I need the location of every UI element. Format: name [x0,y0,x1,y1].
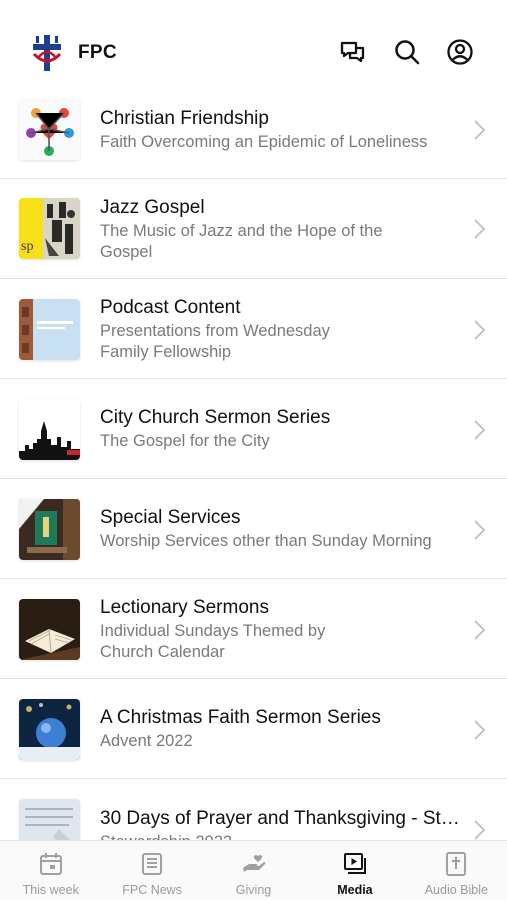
chevron-right-icon [473,218,487,240]
item-subtitle: Individual Sundays Themed by Church Cale… [100,622,326,661]
list-item[interactable]: Podcast Content Presentations from Wedne… [0,279,507,379]
list-item[interactable]: Lectionary Sermons Individual Sundays Th… [0,579,507,679]
svg-text:sp: sp [21,239,33,254]
chevron-right-icon [473,619,487,641]
series-thumbnail [19,99,80,160]
chevron-right-icon [473,819,487,841]
chevron-right-icon [473,719,487,741]
series-thumbnail [19,699,80,760]
chevron-right-icon [473,419,487,441]
media-list: Christian Friendship Faith Overcoming an… [0,79,507,841]
series-thumbnail: sp [19,198,80,259]
chevron-right-icon [473,119,487,141]
tab-fpc-news[interactable]: FPC News [101,841,202,900]
tab-giving[interactable]: Giving [203,841,304,900]
item-title: Podcast Content [100,297,241,318]
list-item[interactable]: 30 Days of Prayer and Thanksgiving - Ste… [0,779,507,841]
item-subtitle: The Music of Jazz and the Hope of the Go… [100,222,383,261]
series-thumbnail [19,499,80,560]
item-title: Lectionary Sermons [100,597,269,618]
tab-label: Giving [235,883,272,897]
item-title: Special Services [100,507,241,528]
tab-label: Media [337,883,373,897]
chevron-right-icon [473,519,487,541]
series-thumbnail [19,399,80,460]
logo-icon [30,34,64,72]
item-title: A Christmas Faith Sermon Series [100,707,381,728]
app-title: FPC [78,42,117,63]
bible-icon [446,852,467,876]
series-thumbnail [19,599,80,660]
tab-label: Audio Bible [424,883,488,897]
list-item[interactable]: sp Jazz Gospel The Music of Jazz and the… [0,179,507,279]
item-subtitle: Faith Overcoming an Epidemic of Loneline… [100,133,428,151]
bottom-tab-bar: This week FPC News Giving Media Audio Bi… [0,840,507,900]
list-item[interactable]: Special Services Worship Services other … [0,479,507,579]
tab-media[interactable]: Media [304,841,405,900]
news-icon [142,853,163,875]
calendar-icon [39,853,62,875]
media-icon [343,853,366,874]
item-subtitle: Presentations from Wednesday Family Fell… [100,322,330,361]
item-subtitle: Worship Services other than Sunday Morni… [100,532,432,550]
tab-label: FPC News [122,883,182,897]
tab-this-week[interactable]: This week [0,841,101,900]
tab-audio-bible[interactable]: Audio Bible [406,841,507,900]
item-title: Jazz Gospel [100,197,205,218]
tab-label: This week [22,883,79,897]
search-icon[interactable] [392,37,422,67]
series-thumbnail [19,799,80,841]
series-thumbnail [19,299,80,360]
chevron-right-icon [473,319,487,341]
item-title: 30 Days of Prayer and Thanksgiving - Ste… [100,808,470,829]
list-item[interactable]: A Christmas Faith Sermon Series Advent 2… [0,679,507,779]
item-title: City Church Sermon Series [100,407,331,428]
chat-icon[interactable] [338,37,368,67]
item-subtitle: Advent 2022 [100,732,193,750]
list-item[interactable]: Christian Friendship Faith Overcoming an… [0,79,507,179]
giving-icon [242,855,265,872]
list-item[interactable]: City Church Sermon Series The Gospel for… [0,379,507,479]
item-subtitle: The Gospel for the City [100,432,270,450]
profile-icon[interactable] [445,37,475,67]
item-title: Christian Friendship [100,108,269,129]
